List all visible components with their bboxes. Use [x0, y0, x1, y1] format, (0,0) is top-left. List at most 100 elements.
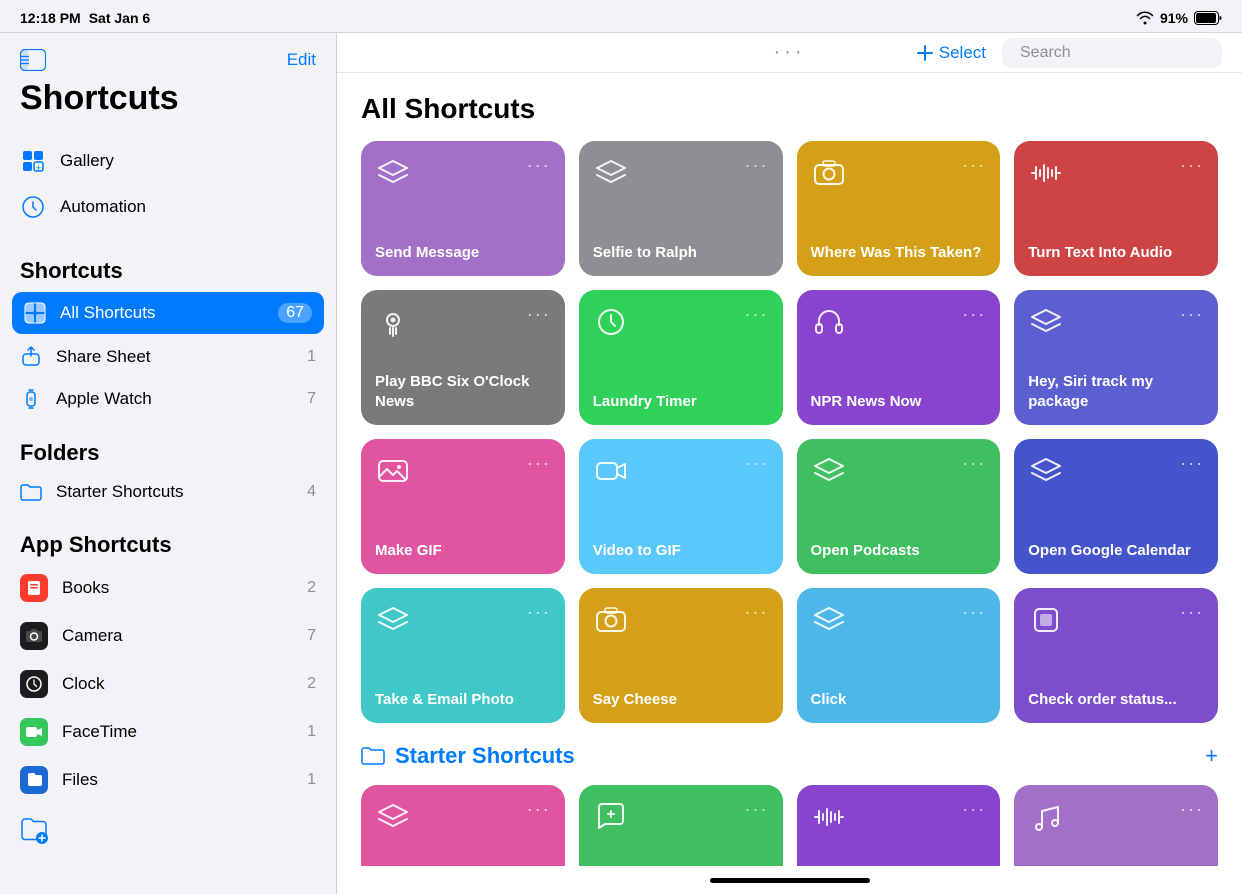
shortcut-menu-button[interactable]: ··· — [1180, 602, 1204, 623]
search-input[interactable] — [1020, 44, 1227, 62]
shortcut-menu-button[interactable]: ··· — [1180, 453, 1204, 474]
plus-icon — [917, 45, 933, 61]
shortcut-icon — [375, 155, 411, 191]
all-shortcuts-grid: ··· Send Message ··· Selfie to Ralph ···… — [361, 141, 1218, 723]
shortcut-card-send-message[interactable]: ··· Send Message — [361, 141, 565, 276]
add-folder-button[interactable] — [0, 804, 336, 856]
shortcut-menu-button[interactable]: ··· — [745, 799, 769, 820]
sidebar-item-all-shortcuts[interactable]: All Shortcuts 67 — [12, 292, 324, 334]
shortcut-icon — [593, 453, 629, 489]
shortcut-menu-button[interactable]: ··· — [527, 155, 551, 176]
all-shortcuts-icon — [24, 302, 46, 324]
shortcut-card-laundry-timer[interactable]: ··· Laundry Timer — [579, 290, 783, 425]
shortcut-card-top: ··· — [1028, 799, 1204, 835]
shortcut-card-open-google-calendar[interactable]: ··· Open Google Calendar — [1014, 439, 1218, 574]
shortcut-label: Click — [811, 690, 987, 710]
shortcut-card-top: ··· — [811, 155, 987, 191]
topbar-dots: ··· — [774, 41, 806, 64]
shortcut-card-click[interactable]: ··· Click — [797, 588, 1001, 723]
sidebar-item-clock[interactable]: Clock 2 — [0, 660, 336, 708]
edit-button[interactable]: Edit — [287, 50, 316, 70]
shortcut-menu-button[interactable]: ··· — [1180, 155, 1204, 176]
all-shortcuts-section: All Shortcuts ··· Send Message ··· Selfi… — [337, 73, 1242, 743]
shortcut-menu-button[interactable]: ··· — [962, 155, 986, 176]
shortcut-menu-button[interactable]: ··· — [962, 304, 986, 325]
status-bar: 12:18 PM Sat Jan 6 91% — [0, 0, 1242, 32]
shortcut-menu-button[interactable]: ··· — [527, 304, 551, 325]
shortcut-card-top: ··· — [375, 304, 551, 340]
shortcut-label: Open Google Calendar — [1028, 541, 1204, 561]
shortcut-card-play-bbc[interactable]: ··· Play BBC Six O'Clock News — [361, 290, 565, 425]
shortcut-card-check-order-status[interactable]: ··· Check order status... — [1014, 588, 1218, 723]
sidebar-item-camera[interactable]: Camera 7 — [0, 612, 336, 660]
shortcut-icon — [1028, 453, 1064, 489]
shortcut-card-top: ··· — [375, 799, 551, 835]
shortcut-menu-button[interactable]: ··· — [527, 602, 551, 623]
sidebar-item-share-sheet[interactable]: Share Sheet 1 — [0, 336, 336, 378]
shortcut-menu-button[interactable]: ··· — [962, 799, 986, 820]
shortcut-card-npr-news-now[interactable]: ··· NPR News Now — [797, 290, 1001, 425]
shortcut-menu-button[interactable]: ··· — [745, 602, 769, 623]
starter-plus-button[interactable]: + — [1205, 743, 1218, 769]
shortcut-icon — [593, 155, 629, 191]
clock-app-icon — [20, 670, 48, 698]
main-content: ··· Select — [337, 33, 1242, 894]
camera-count: 7 — [307, 627, 316, 645]
shortcut-card-top: ··· — [375, 602, 551, 638]
folders-section-header: Folders — [0, 420, 336, 472]
sidebar-item-automation[interactable]: Automation — [0, 184, 336, 230]
search-bar[interactable] — [1002, 38, 1222, 68]
sidebar-item-apple-watch[interactable]: Apple Watch 7 — [0, 378, 336, 420]
shortcut-menu-button[interactable]: ··· — [527, 799, 551, 820]
shortcut-menu-button[interactable]: ··· — [745, 155, 769, 176]
sidebar-item-gallery[interactable]: + Gallery — [0, 138, 336, 184]
home-bar — [710, 878, 870, 883]
shortcut-card-hey-siri-track[interactable]: ··· Hey, Siri track my package — [1014, 290, 1218, 425]
share-sheet-icon — [20, 346, 42, 368]
sidebar-item-starter-shortcuts[interactable]: Starter Shortcuts 4 — [0, 472, 336, 512]
shortcut-label: Make GIF — [375, 541, 551, 561]
starter-shortcuts-header: Starter Shortcuts + — [361, 743, 1218, 769]
shortcut-icon — [593, 304, 629, 340]
clock-label: Clock — [62, 674, 105, 694]
files-count: 1 — [307, 771, 316, 789]
shortcuts-section-header: Shortcuts — [0, 238, 336, 290]
facetime-count: 1 — [307, 723, 316, 741]
shortcut-card-take-email-photo[interactable]: ··· Take & Email Photo — [361, 588, 565, 723]
shortcut-menu-button[interactable]: ··· — [962, 602, 986, 623]
sidebar-toggle-icon[interactable] — [20, 49, 46, 71]
home-indicator — [337, 866, 1242, 894]
shortcut-label: Selfie to Ralph — [593, 243, 769, 263]
apple-watch-label: Apple Watch — [56, 389, 152, 409]
shortcut-card-where-was-this-taken[interactable]: ··· Where Was This Taken? — [797, 141, 1001, 276]
sidebar-header: Edit — [0, 33, 336, 79]
books-app-icon — [20, 574, 48, 602]
files-app-icon — [20, 766, 48, 794]
plus-select-button[interactable]: Select — [917, 43, 986, 63]
shortcut-card-top: ··· — [375, 155, 551, 191]
shortcut-label: Play BBC Six O'Clock News — [375, 372, 551, 411]
shortcut-menu-button[interactable]: ··· — [1180, 304, 1204, 325]
shortcut-card-top: ··· — [593, 602, 769, 638]
shortcut-icon — [375, 304, 411, 340]
sidebar-title: Shortcuts — [20, 79, 179, 117]
shortcut-card-video-to-gif[interactable]: ··· Video to GIF — [579, 439, 783, 574]
shortcut-menu-button[interactable]: ··· — [962, 453, 986, 474]
shortcut-menu-button[interactable]: ··· — [745, 453, 769, 474]
shortcut-card-say-cheese[interactable]: ··· Say Cheese — [579, 588, 783, 723]
shortcut-menu-button[interactable]: ··· — [527, 453, 551, 474]
folder-icon — [20, 482, 42, 502]
facetime-app-icon — [20, 718, 48, 746]
shortcut-card-selfie-to-ralph[interactable]: ··· Selfie to Ralph — [579, 141, 783, 276]
apple-watch-count: 7 — [307, 390, 316, 408]
shortcut-menu-button[interactable]: ··· — [745, 304, 769, 325]
sidebar-item-books[interactable]: Books 2 — [0, 564, 336, 612]
shortcut-menu-button[interactable]: ··· — [1180, 799, 1204, 820]
shortcut-card-turn-text-into-audio[interactable]: ··· Turn Text Into Audio — [1014, 141, 1218, 276]
all-shortcuts-count: 67 — [278, 303, 312, 323]
shortcut-label: Send Message — [375, 243, 551, 263]
shortcut-card-open-podcasts[interactable]: ··· Open Podcasts — [797, 439, 1001, 574]
sidebar-item-facetime[interactable]: FaceTime 1 — [0, 708, 336, 756]
sidebar-item-files[interactable]: Files 1 — [0, 756, 336, 804]
shortcut-card-make-gif[interactable]: ··· Make GIF — [361, 439, 565, 574]
